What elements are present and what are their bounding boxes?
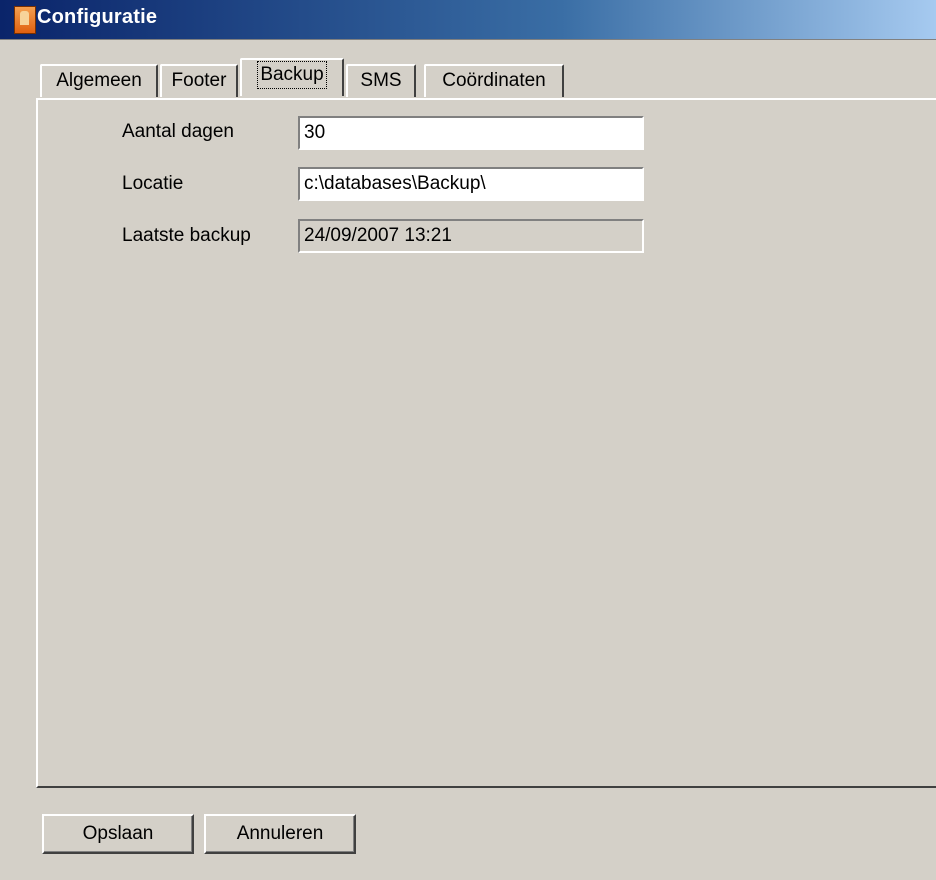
aantal-dagen-label: Aantal dagen [122,121,234,142]
save-button[interactable]: Opslaan [42,814,194,854]
tab-label: Footer [171,70,227,91]
title-bar[interactable]: Configuratie [0,0,936,40]
tab-footer[interactable]: Footer [160,64,238,97]
cancel-button[interactable]: Annuleren [204,814,356,854]
tab-panel-backup [36,98,936,788]
locatie-label: Locatie [122,173,184,194]
tab-label: SMS [360,70,402,91]
tab-label: Backup [257,61,327,89]
laatste-backup-label: Laatste backup [122,225,251,246]
tab-sms[interactable]: SMS [346,64,416,97]
app-icon[interactable] [14,6,36,34]
tab-label: Coördinaten [442,70,546,91]
window-title: Configuratie [37,6,158,28]
laatste-backup-field [298,219,644,253]
tab-backup[interactable]: Backup [240,58,344,96]
tab-algemeen[interactable]: Algemeen [40,64,158,97]
tab-coordinaten[interactable]: Coördinaten [424,64,564,97]
tab-label: Algemeen [56,70,142,91]
aantal-dagen-input[interactable] [298,116,644,150]
locatie-input[interactable] [298,167,644,201]
